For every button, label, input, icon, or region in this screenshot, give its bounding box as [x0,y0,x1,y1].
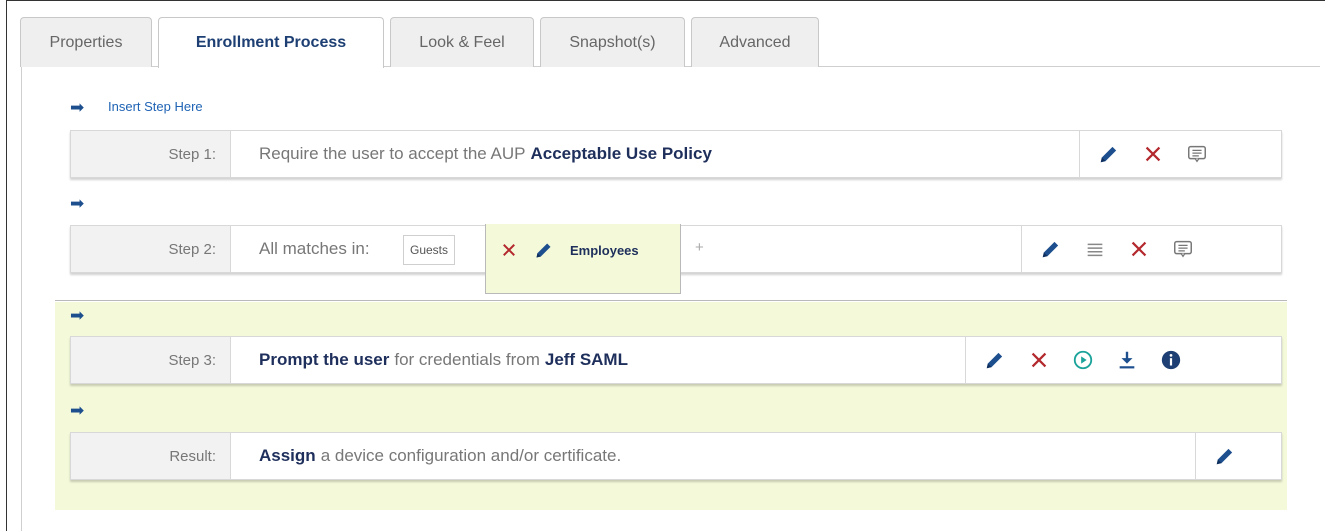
insert-arrow-icon[interactable]: ➡ [70,195,84,212]
tab-bar: Properties Enrollment Process Look & Fee… [20,17,1320,68]
step-description[interactable]: Prompt the user for credentials from Jef… [259,337,628,383]
group-guests[interactable]: Guests [403,235,456,265]
group-employees-selected[interactable]: Employees [485,224,681,294]
step-label: Step 2: [71,226,231,272]
result-label: Result: [71,433,231,479]
download-icon[interactable] [1116,349,1138,371]
comment-icon[interactable] [1186,143,1208,165]
enrollment-process-panel: ➡ Insert Step Here ➡ ➡ ➡ Step 1: Require… [21,67,1320,531]
step-actions [1021,226,1281,272]
step-action-text: Prompt the user [259,350,390,369]
tab-advanced[interactable]: Advanced [691,17,819,67]
tab-properties[interactable]: Properties [20,17,152,67]
add-group-button[interactable]: + [695,239,704,256]
step-description: All matches in: [259,226,370,272]
pencil-icon[interactable] [1040,238,1062,260]
close-icon[interactable] [1128,238,1150,260]
result-text: a device configuration and/or certificat… [320,446,622,465]
step-label: Step 3: [71,337,231,383]
close-icon[interactable] [1028,349,1050,371]
insert-arrow-icon[interactable]: ➡ [70,99,84,116]
step-text: All matches in: [259,239,370,258]
comment-icon[interactable] [1172,238,1194,260]
close-icon[interactable] [500,241,518,259]
result-action-text: Assign [259,446,316,465]
tab-look-and-feel[interactable]: Look & Feel [390,17,534,67]
step-row-2: Step 2: All matches in: Guests Employees… [70,224,1282,294]
active-zone-top-border [55,300,1287,301]
pencil-icon[interactable] [534,240,554,260]
close-icon[interactable] [1142,143,1164,165]
insert-arrow-icon[interactable]: ➡ [70,307,84,324]
result-actions [1195,433,1281,479]
play-circle-icon[interactable] [1072,349,1094,371]
group-employees-label: Employees [570,242,639,258]
tab-enrollment-process[interactable]: Enrollment Process [158,17,384,68]
step-text: for credentials from [394,350,540,369]
step-label: Step 1: [71,131,231,177]
step-row-3: Step 3: Prompt the user for credentials … [70,336,1282,384]
step-text: Require the user to accept the AUP [259,144,526,163]
pencil-icon[interactable] [1214,445,1236,467]
pencil-icon[interactable] [1098,143,1120,165]
tab-snapshots[interactable]: Snapshot(s) [540,17,685,67]
result-row: Result: Assign a device configuration an… [70,432,1282,480]
step-source-name: Jeff SAML [544,350,628,369]
insert-arrow-icon[interactable]: ➡ [70,402,84,419]
list-icon[interactable] [1084,238,1106,260]
step-row-1: Step 1: Require the user to accept the A… [70,130,1282,178]
insert-step-link[interactable]: Insert Step Here [108,99,203,114]
step-description[interactable]: Require the user to accept the AUP Accep… [259,131,712,177]
step-actions [1079,131,1281,177]
step-actions [965,337,1281,383]
info-icon[interactable] [1160,349,1182,371]
result-description[interactable]: Assign a device configuration and/or cer… [259,433,621,479]
pencil-icon[interactable] [984,349,1006,371]
step-policy-name: Acceptable Use Policy [530,144,712,163]
